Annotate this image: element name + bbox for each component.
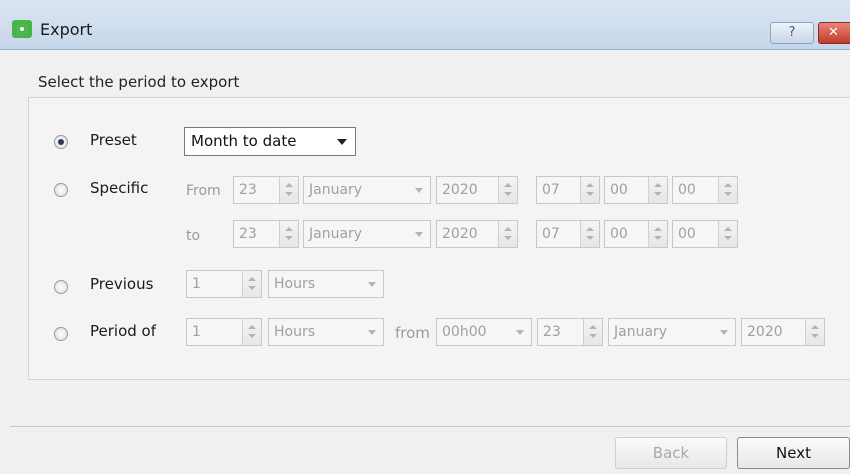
period-time-dropdown[interactable]: 00h00 [436,318,532,346]
from-minute-spinner[interactable]: 00 [604,176,668,204]
from-month-value: January [309,182,363,198]
section-heading: Select the period to export [38,73,240,91]
previous-unit-value: Hours [274,276,316,292]
preset-label: Preset [90,131,137,149]
period-year-spinner[interactable]: 2020 [741,318,825,346]
period-unit-value: Hours [274,324,316,340]
from-day-spinner[interactable]: 23 [233,176,299,204]
to-second-value: 00 [678,226,696,242]
to-minute-spinner[interactable]: 00 [604,220,668,248]
preset-radio[interactable] [54,135,68,149]
from-second-value: 00 [678,182,696,198]
to-day-value: 23 [239,226,257,242]
to-minute-value: 00 [610,226,628,242]
period-count-spinner[interactable]: 1 [186,318,262,346]
to-hour-value: 07 [542,226,560,242]
from-month-dropdown[interactable]: January [303,176,431,204]
period-unit-dropdown[interactable]: Hours [268,318,384,346]
previous-unit-dropdown[interactable]: Hours [268,270,384,298]
previous-label: Previous [90,275,154,293]
chevron-down-icon [337,139,347,145]
period-of-radio[interactable] [54,327,68,341]
period-time-value: 00h00 [442,324,487,340]
period-from-label: from [395,324,430,342]
specific-label: Specific [90,179,149,197]
help-button[interactable]: ? [770,22,814,44]
to-second-spinner[interactable]: 00 [672,220,738,248]
from-year-value: 2020 [442,182,478,198]
to-hour-spinner[interactable]: 07 [536,220,600,248]
previous-count-value: 1 [192,276,201,292]
back-button[interactable]: Back [615,437,727,469]
close-button[interactable]: ✕ [818,22,850,44]
period-count-value: 1 [192,324,201,340]
chevron-down-icon [516,330,524,335]
to-year-spinner[interactable]: 2020 [436,220,518,248]
next-button[interactable]: Next [737,437,850,469]
eye-icon [12,20,32,38]
chevron-down-icon [368,282,376,287]
from-hour-value: 07 [542,182,560,198]
footer-divider [10,426,850,427]
from-minute-value: 00 [610,182,628,198]
to-year-value: 2020 [442,226,478,242]
period-month-value: January [614,324,668,340]
to-label: to [186,228,201,244]
previous-radio[interactable] [54,280,68,294]
preset-dropdown[interactable]: Month to date [184,127,356,156]
previous-count-spinner[interactable]: 1 [186,270,262,298]
from-second-spinner[interactable]: 00 [672,176,738,204]
specific-radio[interactable] [54,183,68,197]
from-label: From [186,183,221,199]
to-month-dropdown[interactable]: January [303,220,431,248]
preset-value: Month to date [191,132,297,150]
export-dialog: Export ? ✕ Select the period to export P… [0,0,850,474]
period-month-dropdown[interactable]: January [608,318,736,346]
chevron-down-icon [415,188,423,193]
window-title: Export [40,20,93,39]
period-day-value: 23 [543,324,561,340]
period-of-label: Period of [90,322,156,340]
from-year-spinner[interactable]: 2020 [436,176,518,204]
title-bar: Export ? ✕ [0,0,850,50]
chevron-down-icon [720,330,728,335]
to-month-value: January [309,226,363,242]
from-hour-spinner[interactable]: 07 [536,176,600,204]
chevron-down-icon [415,232,423,237]
chevron-down-icon [368,330,376,335]
period-year-value: 2020 [747,324,783,340]
from-day-value: 23 [239,182,257,198]
to-day-spinner[interactable]: 23 [233,220,299,248]
period-day-spinner[interactable]: 23 [537,318,603,346]
